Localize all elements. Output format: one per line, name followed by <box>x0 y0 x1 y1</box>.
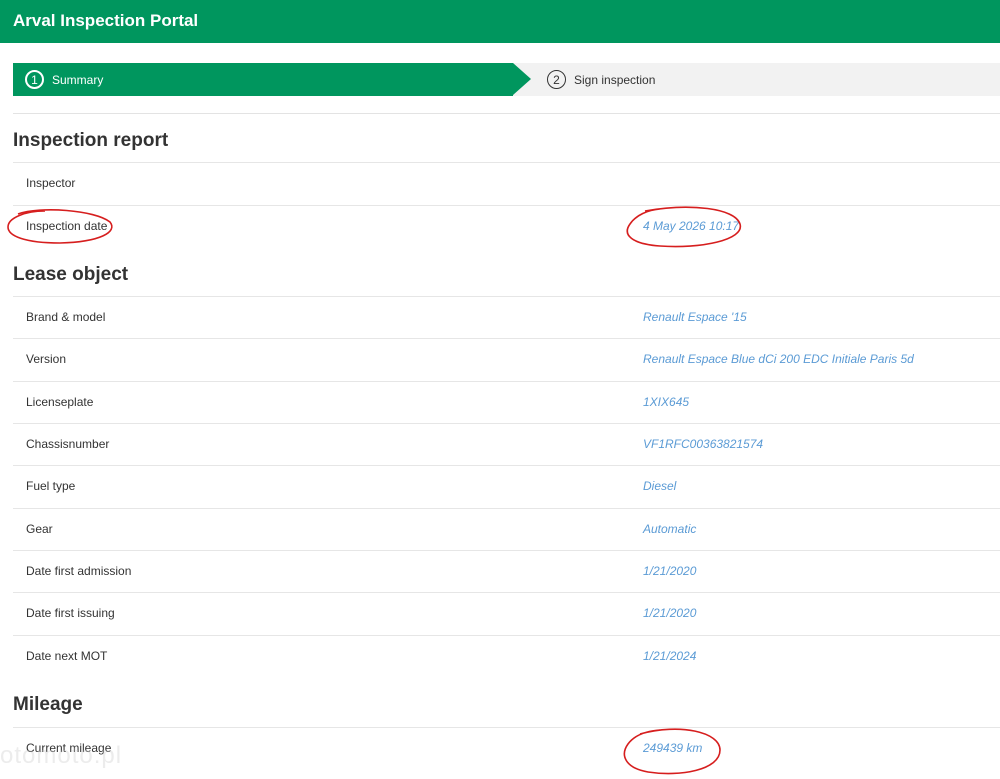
row-gear: Gear Automatic <box>13 508 1000 550</box>
row-value: 1/21/2024 <box>643 649 697 663</box>
row-value: 1XIX645 <box>643 395 690 409</box>
row-label: Gear <box>26 522 53 536</box>
row-label: Date next MOT <box>26 649 108 663</box>
row-fuel-type: Fuel type Diesel <box>13 465 1000 507</box>
row-label: Inspector <box>26 176 76 190</box>
row-label: Chassisnumber <box>26 437 110 451</box>
row-label: Fuel type <box>26 479 76 493</box>
row-label: Brand & model <box>26 310 106 324</box>
step-sign-inspection[interactable]: 2 Sign inspection <box>547 63 655 96</box>
row-date-next-mot: Date next MOT 1/21/2024 <box>13 635 1000 677</box>
row-label: Licenseplate <box>26 395 94 409</box>
row-value: 1/21/2020 <box>643 606 697 620</box>
row-value: 249439 km <box>643 741 703 755</box>
section-title-mileage: Mileage <box>13 694 83 715</box>
top-bar: Arval Inspection Portal <box>0 0 1000 43</box>
step-summary[interactable]: 1 Summary <box>25 63 103 96</box>
row-value: 1/21/2020 <box>643 564 697 578</box>
row-brand-model: Brand & model Renault Espace '15 <box>13 296 1000 338</box>
row-value: 4 May 2026 10:17 <box>643 219 740 233</box>
row-value: Renault Espace '15 <box>643 310 747 324</box>
step-number-2: 2 <box>547 70 566 89</box>
row-licenseplate: Licenseplate 1XIX645 <box>13 381 1000 423</box>
row-version: Version Renault Espace Blue dCi 200 EDC … <box>13 338 1000 380</box>
row-value: VF1RFC00363821574 <box>643 437 764 451</box>
row-chassisnumber: Chassisnumber VF1RFC00363821574 <box>13 423 1000 465</box>
row-inspector: Inspector <box>13 162 1000 204</box>
row-value: Diesel <box>643 479 677 493</box>
row-label: Date first admission <box>26 564 132 578</box>
row-label: Version <box>26 352 67 366</box>
app-title: Arval Inspection Portal <box>13 11 199 30</box>
row-inspection-date: Inspection date 4 May 2026 10:17 <box>13 205 1000 247</box>
row-label: Date first issuing <box>26 606 115 620</box>
watermark: otomoto.pl <box>0 742 123 769</box>
row-current-mileage: Current mileage 249439 km <box>13 727 1000 769</box>
section-title-inspection-report: Inspection report <box>13 130 169 151</box>
row-value: Renault Espace Blue dCi 200 EDC Initiale… <box>643 352 914 366</box>
row-date-first-issuing: Date first issuing 1/21/2020 <box>13 592 1000 634</box>
section-title-lease-object: Lease object <box>13 264 129 285</box>
step-arrow <box>513 63 531 95</box>
row-value: Automatic <box>643 522 697 536</box>
divider <box>13 113 1000 114</box>
stepper: 1 Summary 2 Sign inspection <box>13 63 1000 96</box>
step-label-summary: Summary <box>52 72 104 87</box>
row-label: Inspection date <box>26 219 108 233</box>
step-label-sign-inspection: Sign inspection <box>574 72 656 87</box>
row-date-first-admission: Date first admission 1/21/2020 <box>13 550 1000 592</box>
step-number-1: 1 <box>25 70 44 89</box>
